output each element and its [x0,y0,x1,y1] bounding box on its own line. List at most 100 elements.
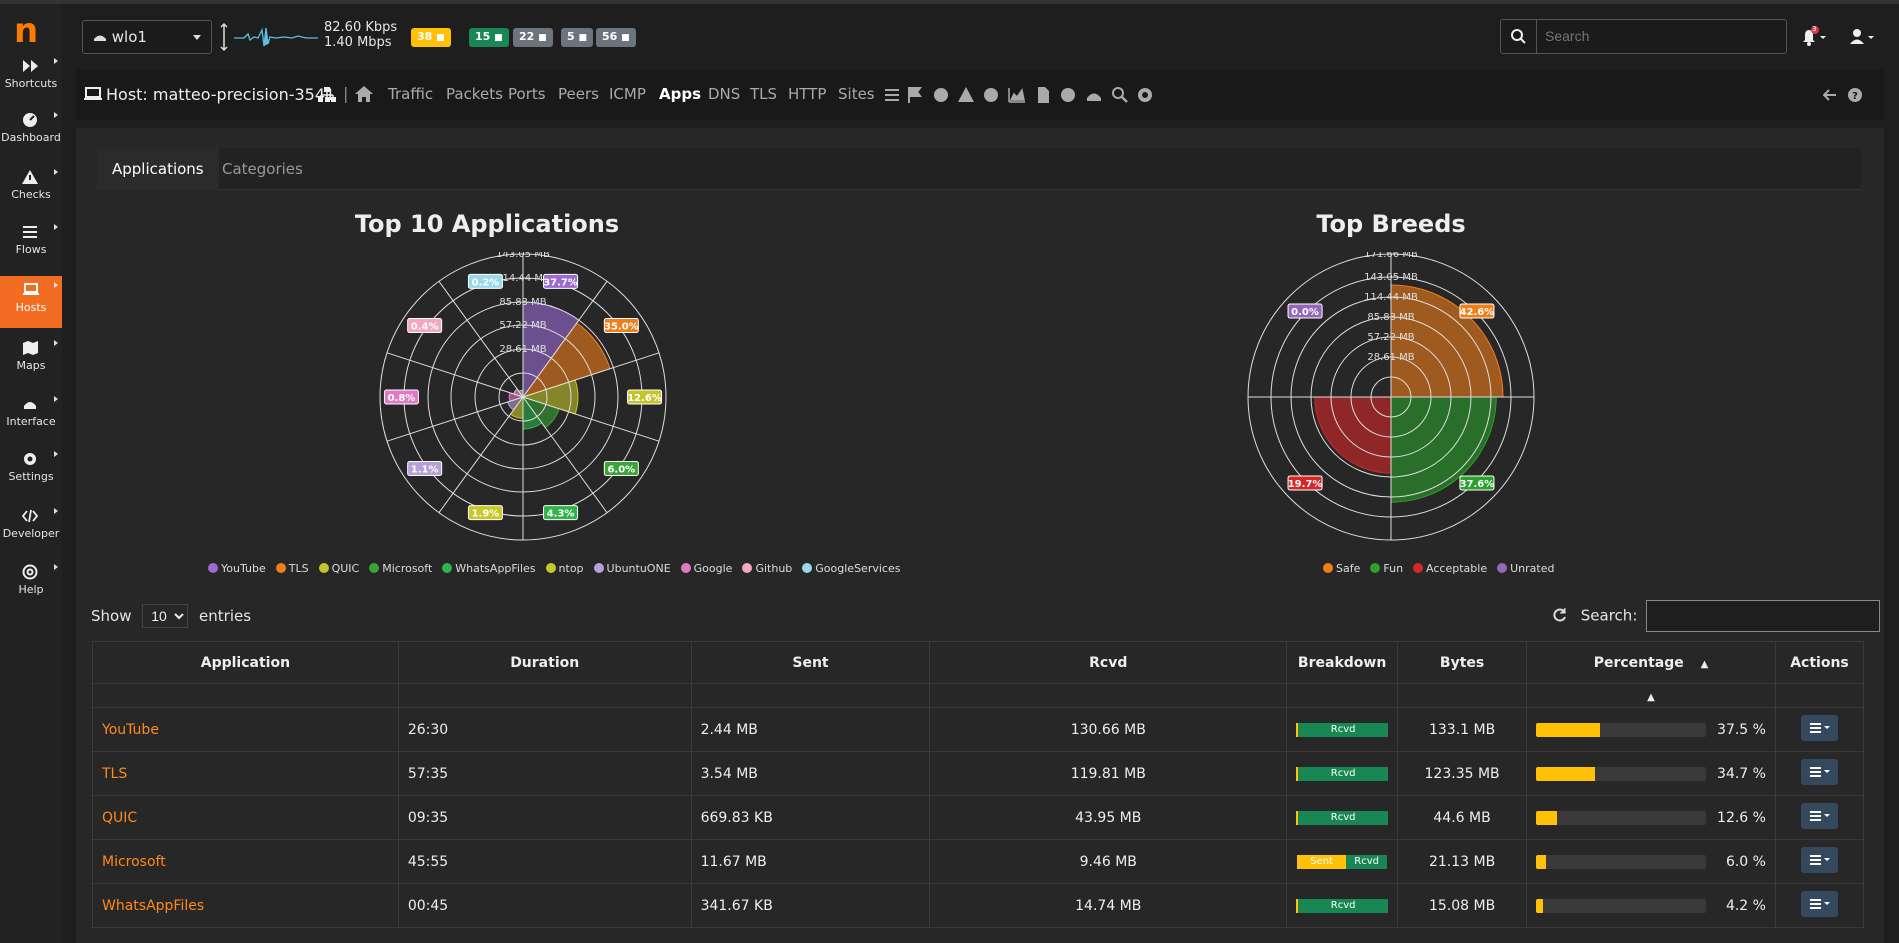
host-tab-packets[interactable]: Packets [446,85,503,103]
clock-icon[interactable] [1059,86,1077,104]
sort-indicator-icon[interactable]: ▲ [1647,692,1655,703]
user-menu[interactable] [1848,26,1878,48]
host-tab-tls[interactable]: TLS [750,85,777,103]
column-header-percentage[interactable]: Percentage ▲ [1526,641,1776,684]
throughput-readout: 82.60 Kbps 1.40 Mbps [324,20,397,50]
actions-button[interactable] [1800,802,1838,829]
application-link[interactable]: YouTube [92,707,399,752]
host-tab-apps[interactable]: Apps [659,85,701,103]
badge-count: 22 [519,30,535,43]
sidebar-item-interface[interactable]: Interface [0,390,62,442]
application-link[interactable]: WhatsAppFiles [92,883,399,928]
sidebar-item-maps[interactable]: Maps [0,334,62,386]
host-tab-http[interactable]: HTTP [788,85,826,103]
actions-button[interactable] [1800,714,1838,741]
status-badge[interactable]: 5 ■ [561,28,594,47]
warning-icon[interactable] [957,86,975,104]
legend-item-unrated[interactable]: Unrated [1497,562,1554,575]
file-icon[interactable] [1034,86,1052,104]
refresh-icon[interactable] [1552,607,1568,623]
table-search-input[interactable] [1646,600,1881,632]
column-header-breakdown[interactable]: Breakdown [1286,641,1399,684]
host-tab-traffic[interactable]: Traffic [388,85,433,103]
actions-button[interactable] [1800,890,1838,917]
percentage-cell: 6.0 % [1526,839,1776,884]
sidebar-item-label: Help [18,583,44,596]
actions-button[interactable] [1800,758,1838,785]
percentage-value: 6.0 % [1725,853,1766,870]
sidebar-item-shortcuts[interactable]: Shortcuts [0,52,62,104]
actions-button[interactable] [1800,846,1838,873]
home-icon[interactable] [354,85,374,103]
table-search-label: Search: [1580,606,1638,625]
list-icon[interactable] [883,86,901,104]
table-row: QUIC 09:35 669.83 KB 43.95 MB Rcvd 44.6 MB 12.… [92,795,1865,840]
sidebar-item-help[interactable]: Help [0,558,62,610]
svg-text:0.0%: 0.0% [1291,307,1319,318]
legend-swatch [1497,563,1508,573]
back-arrow-icon[interactable] [1823,88,1837,102]
host-nav-bar: Host: matteo-precision-3541 | Traffic Pac… [76,70,1884,120]
column-header-actions[interactable]: Actions [1774,641,1865,684]
legend-item-ntop[interactable]: ntop [545,562,584,575]
interface-icon[interactable] [1085,86,1103,104]
legend-swatch [1413,563,1424,573]
notifications-button[interactable]: 3 [1800,25,1830,48]
sidebar-item-flows[interactable]: Flows [0,218,62,270]
legend-item-acceptable[interactable]: Acceptable [1413,562,1487,575]
host-tab-peers[interactable]: Peers [558,85,599,103]
search-button[interactable] [1501,20,1537,53]
status-badge[interactable]: 15 ■ [469,28,509,47]
column-header-duration[interactable]: Duration [397,641,692,684]
legend-item-fun[interactable]: Fun [1370,562,1403,575]
legend-item-google[interactable]: Google [680,562,732,575]
ntopng-logo[interactable]: n [14,14,42,48]
host-tab-dns[interactable]: DNS [708,85,740,103]
application-link[interactable]: TLS [92,751,399,796]
compass-icon[interactable] [982,86,1000,104]
legend-item-whatsappfiles[interactable]: WhatsAppFiles [442,562,536,575]
status-badge[interactable]: 56 ■ [596,28,636,47]
gear-icon[interactable] [1136,86,1154,104]
flag-icon[interactable] [906,86,924,104]
column-header-application[interactable]: Application [92,641,399,684]
help-icon[interactable]: ? [1847,87,1863,103]
radial-tick-label: 143.05 MB [496,252,550,260]
search-icon[interactable] [1111,86,1129,104]
sidebar-item-label: Settings [8,470,54,483]
legend-item-youtube[interactable]: YouTube [208,562,266,575]
sidebar-item-developer[interactable]: Developer [0,502,62,554]
sidebar-item-settings[interactable]: Settings [0,445,62,497]
application-link[interactable]: QUIC [92,795,399,840]
application-link[interactable]: Microsoft [92,839,399,884]
legend-item-tls[interactable]: TLS [275,562,309,575]
table-row: YouTube 26:30 2.44 MB 130.66 MB Rcvd 133.1 MB… [92,707,1865,752]
status-badge[interactable]: 38 ■ [411,28,451,47]
global-search[interactable] [1500,19,1787,54]
legend-swatch [275,563,286,573]
sidebar-item-checks[interactable]: Checks [0,163,62,215]
legend-item-quic[interactable]: QUIC [318,562,359,575]
legend-item-googleservices[interactable]: GoogleServices [802,562,900,575]
chart-area-icon[interactable] [1008,86,1026,104]
legend-item-github[interactable]: Github [742,562,792,575]
column-header-bytes[interactable]: Bytes [1397,641,1528,684]
network-tree-icon[interactable] [318,87,336,103]
tab-applications[interactable]: Applications [97,148,219,190]
entries-select[interactable]: 10 [142,604,189,628]
legend-item-microsoft[interactable]: Microsoft [369,562,432,575]
legend-item-ubuntuone[interactable]: UbuntuONE [593,562,671,575]
search-input[interactable] [1545,28,1775,44]
interface-selector[interactable]: wlo1 [82,20,212,54]
globe-icon[interactable] [932,86,950,104]
host-tab-sites[interactable]: Sites [838,85,875,103]
sidebar-item-hosts[interactable]: Hosts [0,276,62,328]
column-header-rcvd[interactable]: Rcvd [929,641,1288,684]
host-tab-ports[interactable]: Ports [508,85,546,103]
sidebar-item-dashboard[interactable]: Dashboard [0,106,62,158]
host-tab-icmp[interactable]: ICMP [609,85,646,103]
column-header-sent[interactable]: Sent [690,641,931,684]
tab-categories[interactable]: Categories [207,148,318,190]
status-badge[interactable]: 22 ■ [513,28,553,47]
legend-item-safe[interactable]: Safe [1323,562,1360,575]
